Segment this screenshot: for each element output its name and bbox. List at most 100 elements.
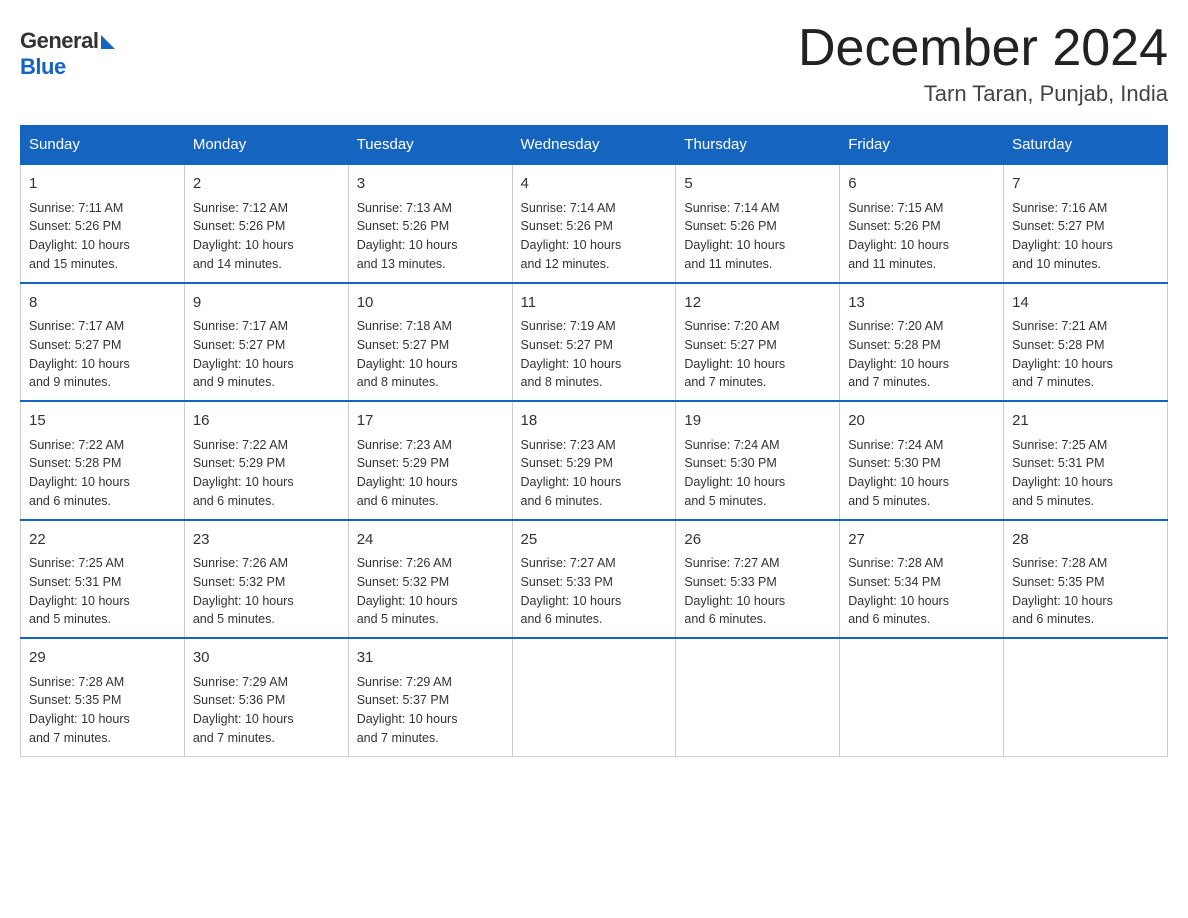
day-info: Sunrise: 7:12 AM Sunset: 5:26 PM Dayligh… [193, 199, 340, 274]
day-number: 30 [193, 647, 340, 670]
day-cell: 22Sunrise: 7:25 AM Sunset: 5:31 PM Dayli… [21, 520, 185, 639]
day-cell: 1 Sunrise: 7:11 AM Sunset: 5:26 PM Daylig… [21, 164, 185, 283]
day-cell: 14Sunrise: 7:21 AM Sunset: 5:28 PM Dayli… [1004, 283, 1168, 402]
week-row-5: 29Sunrise: 7:28 AM Sunset: 5:35 PM Dayli… [21, 638, 1168, 756]
day-cell: 2 Sunrise: 7:12 AM Sunset: 5:26 PM Daylig… [184, 164, 348, 283]
day-cell: 13Sunrise: 7:20 AM Sunset: 5:28 PM Dayli… [840, 283, 1004, 402]
day-number: 24 [357, 529, 504, 552]
header-row: SundayMondayTuesdayWednesdayThursdayFrid… [21, 126, 1168, 165]
day-number: 20 [848, 410, 995, 433]
day-number: 10 [357, 292, 504, 315]
day-cell: 10Sunrise: 7:18 AM Sunset: 5:27 PM Dayli… [348, 283, 512, 402]
day-info: Sunrise: 7:22 AM Sunset: 5:29 PM Dayligh… [193, 436, 340, 511]
sub-title: Tarn Taran, Punjab, India [798, 81, 1168, 107]
header-cell-thursday: Thursday [676, 126, 840, 165]
day-info: Sunrise: 7:14 AM Sunset: 5:26 PM Dayligh… [521, 199, 668, 274]
day-number: 22 [29, 529, 176, 552]
day-number: 4 [521, 173, 668, 196]
day-info: Sunrise: 7:24 AM Sunset: 5:30 PM Dayligh… [848, 436, 995, 511]
day-number: 5 [684, 173, 831, 196]
day-cell: 21Sunrise: 7:25 AM Sunset: 5:31 PM Dayli… [1004, 401, 1168, 520]
day-number: 15 [29, 410, 176, 433]
calendar-table: SundayMondayTuesdayWednesdayThursdayFrid… [20, 125, 1168, 757]
day-cell: 9Sunrise: 7:17 AM Sunset: 5:27 PM Daylig… [184, 283, 348, 402]
week-row-3: 15 Sunrise: 7:22 AM Sunset: 5:28 PM Dayli… [21, 401, 1168, 520]
day-cell: 6Sunrise: 7:15 AM Sunset: 5:26 PM Daylig… [840, 164, 1004, 283]
day-cell: 15 Sunrise: 7:22 AM Sunset: 5:28 PM Dayli… [21, 401, 185, 520]
day-cell: 12Sunrise: 7:20 AM Sunset: 5:27 PM Dayli… [676, 283, 840, 402]
week-row-2: 8Sunrise: 7:17 AM Sunset: 5:27 PM Daylig… [21, 283, 1168, 402]
day-info: Sunrise: 7:20 AM Sunset: 5:27 PM Dayligh… [684, 317, 831, 392]
day-number: 25 [521, 529, 668, 552]
day-number: 26 [684, 529, 831, 552]
day-cell: 17 Sunrise: 7:23 AM Sunset: 5:29 PM Dayli… [348, 401, 512, 520]
day-info: Sunrise: 7:17 AM Sunset: 5:27 PM Dayligh… [193, 317, 340, 392]
day-info: Sunrise: 7:11 AM Sunset: 5:26 PM Dayligh… [29, 199, 176, 274]
day-info: Sunrise: 7:20 AM Sunset: 5:28 PM Dayligh… [848, 317, 995, 392]
day-cell: 24Sunrise: 7:26 AM Sunset: 5:32 PM Dayli… [348, 520, 512, 639]
logo: General Blue [20, 28, 115, 80]
day-number: 8 [29, 292, 176, 315]
day-cell: 8Sunrise: 7:17 AM Sunset: 5:27 PM Daylig… [21, 283, 185, 402]
day-cell: 31 Sunrise: 7:29 AM Sunset: 5:37 PM Dayli… [348, 638, 512, 756]
week-row-4: 22Sunrise: 7:25 AM Sunset: 5:31 PM Dayli… [21, 520, 1168, 639]
header-cell-monday: Monday [184, 126, 348, 165]
day-info: Sunrise: 7:15 AM Sunset: 5:26 PM Dayligh… [848, 199, 995, 274]
day-number: 13 [848, 292, 995, 315]
day-info: Sunrise: 7:28 AM Sunset: 5:34 PM Dayligh… [848, 554, 995, 629]
logo-general-text: General [20, 28, 98, 54]
day-cell [676, 638, 840, 756]
day-info: Sunrise: 7:24 AM Sunset: 5:30 PM Dayligh… [684, 436, 831, 511]
day-number: 9 [193, 292, 340, 315]
week-row-1: 1 Sunrise: 7:11 AM Sunset: 5:26 PM Daylig… [21, 164, 1168, 283]
day-number: 12 [684, 292, 831, 315]
day-number: 16 [193, 410, 340, 433]
day-cell: 25Sunrise: 7:27 AM Sunset: 5:33 PM Dayli… [512, 520, 676, 639]
day-cell: 3 Sunrise: 7:13 AM Sunset: 5:26 PM Daylig… [348, 164, 512, 283]
day-number: 14 [1012, 292, 1159, 315]
day-info: Sunrise: 7:23 AM Sunset: 5:29 PM Dayligh… [357, 436, 504, 511]
day-info: Sunrise: 7:28 AM Sunset: 5:35 PM Dayligh… [1012, 554, 1159, 629]
header-cell-sunday: Sunday [21, 126, 185, 165]
day-cell: 27Sunrise: 7:28 AM Sunset: 5:34 PM Dayli… [840, 520, 1004, 639]
day-number: 21 [1012, 410, 1159, 433]
day-info: Sunrise: 7:13 AM Sunset: 5:26 PM Dayligh… [357, 199, 504, 274]
day-number: 31 [357, 647, 504, 670]
day-info: Sunrise: 7:27 AM Sunset: 5:33 PM Dayligh… [684, 554, 831, 629]
day-info: Sunrise: 7:29 AM Sunset: 5:36 PM Dayligh… [193, 673, 340, 748]
calendar-header: SundayMondayTuesdayWednesdayThursdayFrid… [21, 126, 1168, 165]
day-cell: 4 Sunrise: 7:14 AM Sunset: 5:26 PM Daylig… [512, 164, 676, 283]
day-number: 3 [357, 173, 504, 196]
logo-arrow-icon [101, 35, 115, 49]
day-number: 18 [521, 410, 668, 433]
day-cell: 16 Sunrise: 7:22 AM Sunset: 5:29 PM Dayli… [184, 401, 348, 520]
day-info: Sunrise: 7:18 AM Sunset: 5:27 PM Dayligh… [357, 317, 504, 392]
header-cell-tuesday: Tuesday [348, 126, 512, 165]
day-info: Sunrise: 7:25 AM Sunset: 5:31 PM Dayligh… [29, 554, 176, 629]
day-cell: 19 Sunrise: 7:24 AM Sunset: 5:30 PM Dayli… [676, 401, 840, 520]
day-info: Sunrise: 7:17 AM Sunset: 5:27 PM Dayligh… [29, 317, 176, 392]
day-info: Sunrise: 7:22 AM Sunset: 5:28 PM Dayligh… [29, 436, 176, 511]
day-cell: 29Sunrise: 7:28 AM Sunset: 5:35 PM Dayli… [21, 638, 185, 756]
day-number: 11 [521, 292, 668, 315]
day-number: 1 [29, 173, 176, 196]
day-cell: 7Sunrise: 7:16 AM Sunset: 5:27 PM Daylig… [1004, 164, 1168, 283]
day-number: 23 [193, 529, 340, 552]
calendar-body: 1 Sunrise: 7:11 AM Sunset: 5:26 PM Daylig… [21, 164, 1168, 756]
day-info: Sunrise: 7:23 AM Sunset: 5:29 PM Dayligh… [521, 436, 668, 511]
main-title: December 2024 [798, 20, 1168, 77]
day-cell [512, 638, 676, 756]
day-cell: 26Sunrise: 7:27 AM Sunset: 5:33 PM Dayli… [676, 520, 840, 639]
day-info: Sunrise: 7:28 AM Sunset: 5:35 PM Dayligh… [29, 673, 176, 748]
title-section: December 2024 Tarn Taran, Punjab, India [798, 20, 1168, 107]
header-cell-friday: Friday [840, 126, 1004, 165]
day-number: 2 [193, 173, 340, 196]
day-number: 17 [357, 410, 504, 433]
day-cell [1004, 638, 1168, 756]
day-info: Sunrise: 7:29 AM Sunset: 5:37 PM Dayligh… [357, 673, 504, 748]
day-cell: 23Sunrise: 7:26 AM Sunset: 5:32 PM Dayli… [184, 520, 348, 639]
day-info: Sunrise: 7:19 AM Sunset: 5:27 PM Dayligh… [521, 317, 668, 392]
day-cell: 20 Sunrise: 7:24 AM Sunset: 5:30 PM Dayli… [840, 401, 1004, 520]
day-number: 28 [1012, 529, 1159, 552]
day-number: 19 [684, 410, 831, 433]
